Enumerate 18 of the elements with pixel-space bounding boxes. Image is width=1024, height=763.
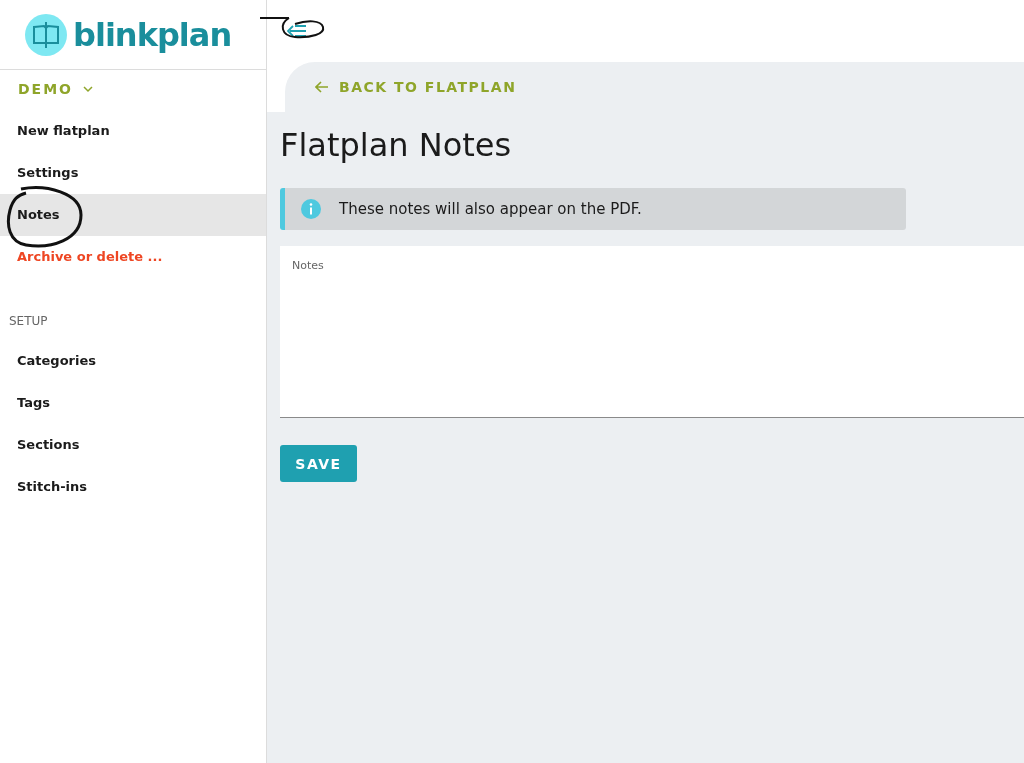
sidebar-item[interactable]: Categories [0, 340, 266, 382]
sidebar-item[interactable]: New flatplan [0, 110, 266, 152]
section-heading: SETUP [8, 313, 49, 330]
notes-textarea[interactable]: Notes [280, 246, 1024, 418]
sidebar-item[interactable]: Notes [0, 194, 266, 236]
sidebar-item[interactable]: Archive or delete ... [0, 236, 266, 278]
info-icon [301, 199, 321, 219]
sidebar-item[interactable]: Settings [0, 152, 266, 194]
logo-text: blinkplan [73, 15, 232, 54]
menu-collapse-icon[interactable] [287, 23, 307, 39]
arrow-left-icon [315, 81, 329, 93]
sidebar-item[interactable]: Stitch-ins [0, 466, 266, 508]
sidebar-item[interactable]: Tags [0, 382, 266, 424]
book-logo-icon [25, 13, 67, 56]
alert-text: These notes will also appear on the PDF. [339, 200, 642, 218]
chevron-down-icon [83, 85, 94, 93]
sidebar-item[interactable]: Sections [0, 424, 266, 466]
page-title: Flatplan Notes [280, 126, 513, 164]
